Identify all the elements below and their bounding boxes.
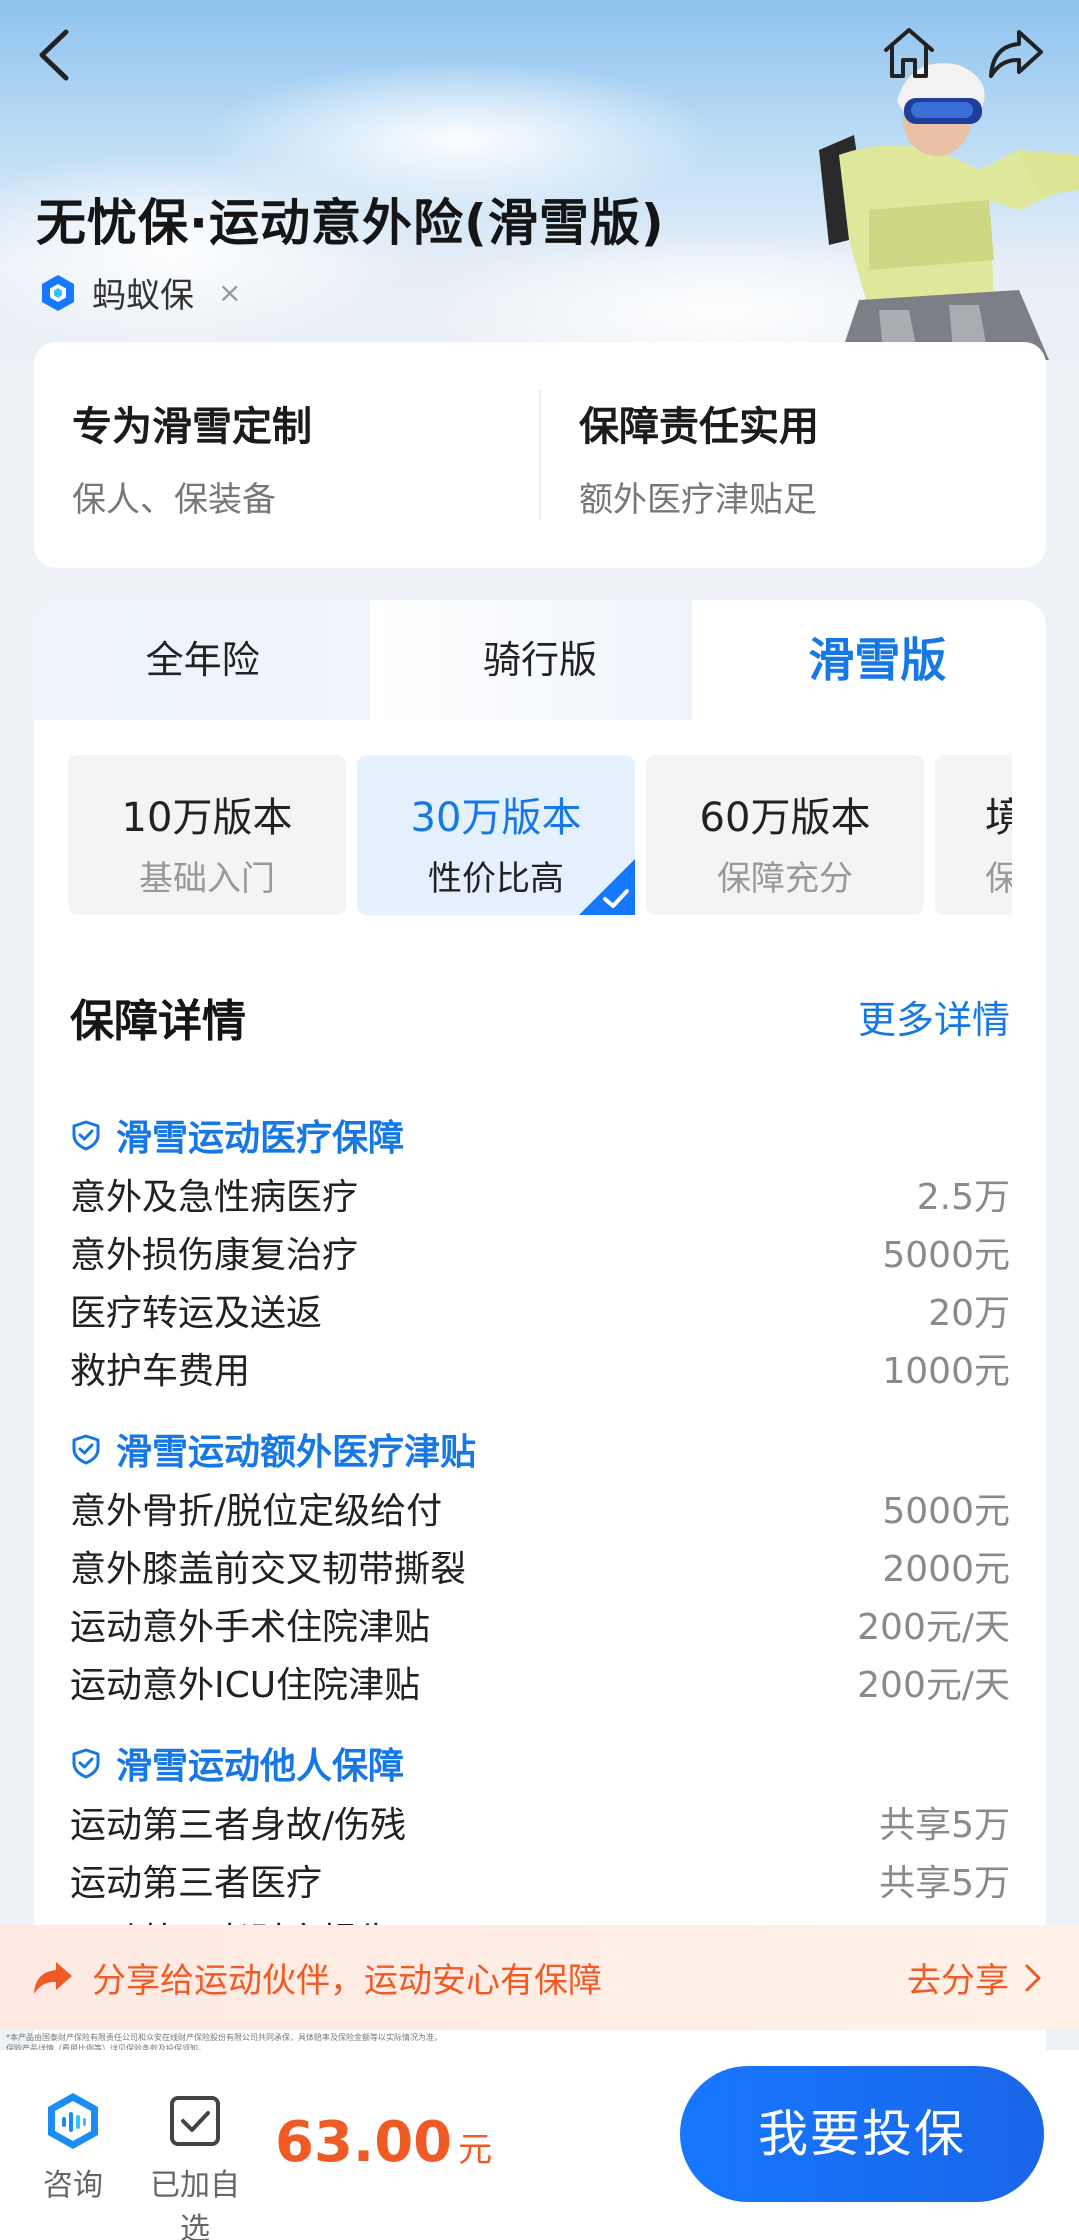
coverage-label: 医疗转运及送返 (70, 1293, 323, 1334)
tab-annual[interactable]: 全年险 (34, 600, 371, 720)
coverage-label: 运动第三者身故/伤残 (70, 1805, 407, 1846)
version-name: 境 (985, 795, 1012, 841)
coverage-row: 运动意外ICU住院津贴 200元/天 (70, 1653, 1010, 1711)
coverage-section: 滑雪运动医疗保障 意外及急性病医疗 2.5万 意外损伤康复治疗 5000元 医疗转运… (70, 1105, 1010, 1397)
section-title: 滑雪运动额外医疗津贴 (116, 1432, 477, 1473)
home-button[interactable] (878, 22, 940, 84)
coverage-label: 运动第三者医疗 (70, 1863, 323, 1904)
coverage-value: 1000元 (882, 1351, 1010, 1392)
hero-banner: 无忧保·运动意外险(滑雪版) 蚂蚁保 × (0, 0, 1079, 380)
coverage-value: 200元/天 (857, 1665, 1010, 1706)
price-display: 63.00 元 (275, 2110, 492, 2175)
plan-tabs: 全年险 骑行版 滑雪版 (34, 600, 1046, 720)
feature-item: 专为滑雪定制 保人、保装备 (34, 342, 539, 568)
coverage-detail-title: 保障详情 (70, 996, 246, 1047)
home-icon (884, 28, 934, 78)
version-name: 30万版本 (410, 795, 582, 841)
coverage-value: 200元/天 (857, 1607, 1010, 1648)
consult-label: 咨询 (43, 2168, 103, 2203)
checkbox-checked-icon (170, 2096, 220, 2146)
consult-assistant-icon (48, 2093, 98, 2149)
bottom-action-bar: 咨询 已加自选 63.00 元 我要投保 (0, 2050, 1079, 2240)
coverage-row: 运动第三者身故/伤残 共享5万 (70, 1793, 1010, 1851)
coverage-section: 滑雪运动额外医疗津贴 意外骨折/脱位定级给付 5000元 意外膝盖前交叉韧带撕裂 2… (70, 1419, 1010, 1711)
shield-check-icon (72, 1748, 100, 1779)
go-share-label: 去分享 (907, 1961, 1009, 2001)
favorite-label: 已加自选 (150, 2168, 240, 2240)
version-desc: 基础入门 (139, 859, 275, 899)
coverage-row: 医疗转运及送返 20万 (70, 1281, 1010, 1339)
coverage-label: 运动意外ICU住院津贴 (70, 1665, 421, 1706)
section-title: 滑雪运动他人保障 (116, 1746, 405, 1787)
feature-subtitle: 保人、保装备 (72, 480, 276, 520)
coverage-row: 意外损伤康复治疗 5000元 (70, 1223, 1010, 1281)
coverage-label: 意外损伤康复治疗 (70, 1235, 359, 1276)
section-header: 滑雪运动他人保障 (70, 1733, 1010, 1793)
coverage-value: 2000元 (882, 1549, 1010, 1590)
version-name: 60万版本 (699, 795, 871, 841)
feature-title: 专为滑雪定制 (72, 404, 312, 450)
price-value: 63.00 (275, 2110, 453, 2175)
coverage-row: 运动意外手术住院津贴 200元/天 (70, 1595, 1010, 1653)
share-banner[interactable]: 分享给运动伙伴，运动安心有保障 去分享 (0, 1925, 1079, 2030)
chevron-right-icon (1025, 1964, 1041, 1991)
go-share-button[interactable]: 去分享 (907, 1953, 1043, 2002)
coverage-detail-header: 保障详情 更多详情 (70, 985, 1010, 1047)
coverage-label: 意外及急性病医疗 (70, 1177, 359, 1218)
coverage-row: 救护车费用 1000元 (70, 1339, 1010, 1397)
share-arrow-icon (34, 1961, 72, 1994)
buy-insurance-button[interactable]: 我要投保 (680, 2066, 1044, 2202)
coverage-row: 运动第三者医疗 共享5万 (70, 1851, 1010, 1909)
share-promo-text: 分享给运动伙伴，运动安心有保障 (92, 1961, 602, 2001)
coverage-sections: 滑雪运动医疗保障 意外及急性病医疗 2.5万 意外损伤康复治疗 5000元 医疗转运… (70, 1105, 1010, 1967)
version-desc: 保障充分 (717, 859, 853, 899)
ant-insurance-logo-icon (42, 274, 74, 311)
feature-highlights: 专为滑雪定制 保人、保装备 保障责任实用 额外医疗津贴足 (34, 342, 1046, 568)
tab-skiing[interactable]: 滑雪版 (709, 600, 1046, 720)
section-header: 滑雪运动医疗保障 (70, 1105, 1010, 1165)
more-details-link[interactable]: 更多详情 (858, 989, 1010, 1044)
version-option-10w[interactable]: 10万版本 基础入门 (68, 755, 346, 915)
back-chevron-icon (39, 29, 69, 81)
consult-button[interactable]: 咨询 (18, 2090, 128, 2204)
coverage-row: 意外骨折/脱位定级给付 5000元 (70, 1479, 1010, 1537)
coverage-label: 意外膝盖前交叉韧带撕裂 (70, 1549, 467, 1590)
share-button[interactable] (985, 22, 1047, 84)
feature-subtitle: 额外医疗津贴足 (579, 480, 817, 520)
coverage-row: 意外膝盖前交叉韧带撕裂 2000元 (70, 1537, 1010, 1595)
coverage-label: 运动意外手术住院津贴 (70, 1607, 431, 1648)
shield-check-icon (72, 1120, 100, 1151)
skier-illustration (819, 63, 1079, 360)
section-header: 滑雪运动额外医疗津贴 (70, 1419, 1010, 1479)
version-option-overseas[interactable]: 境 保 (935, 755, 1012, 915)
favorite-button[interactable]: 已加自选 (140, 2090, 250, 2240)
back-button[interactable] (30, 20, 80, 90)
selected-check-icon (579, 859, 635, 915)
coverage-label: 救护车费用 (70, 1351, 251, 1392)
coverage-value: 5000元 (882, 1491, 1010, 1532)
brand-close-icon[interactable]: × (218, 276, 241, 309)
version-option-60w[interactable]: 60万版本 保障充分 (646, 755, 924, 915)
section-title: 滑雪运动医疗保障 (116, 1118, 405, 1159)
coverage-value: 共享5万 (879, 1863, 1010, 1904)
version-name: 10万版本 (121, 795, 293, 841)
shield-check-icon (72, 1434, 100, 1465)
coverage-value: 2.5万 (916, 1177, 1010, 1218)
brand-row: 蚂蚁保 × (38, 268, 241, 317)
feature-item: 保障责任实用 额外医疗津贴足 (541, 342, 1046, 568)
version-option-30w[interactable]: 30万版本 性价比高 (357, 755, 635, 915)
coverage-label: 意外骨折/脱位定级给付 (70, 1491, 443, 1532)
feature-title: 保障责任实用 (579, 404, 819, 450)
price-unit: 元 (458, 2130, 493, 2170)
product-title: 无忧保·运动意外险(滑雪版) (36, 194, 665, 252)
share-icon (989, 30, 1043, 78)
version-selector: 10万版本 基础入门 30万版本 性价比高 60万版本 保障充分 境 保 (68, 755, 1012, 915)
coverage-value: 5000元 (882, 1235, 1010, 1276)
coverage-value: 20万 (928, 1293, 1010, 1334)
version-desc: 保 (985, 859, 1012, 899)
brand-name: 蚂蚁保 (92, 276, 194, 316)
coverage-row: 意外及急性病医疗 2.5万 (70, 1165, 1010, 1223)
tab-cycling[interactable]: 骑行版 (371, 600, 708, 720)
coverage-value: 共享5万 (879, 1805, 1010, 1846)
